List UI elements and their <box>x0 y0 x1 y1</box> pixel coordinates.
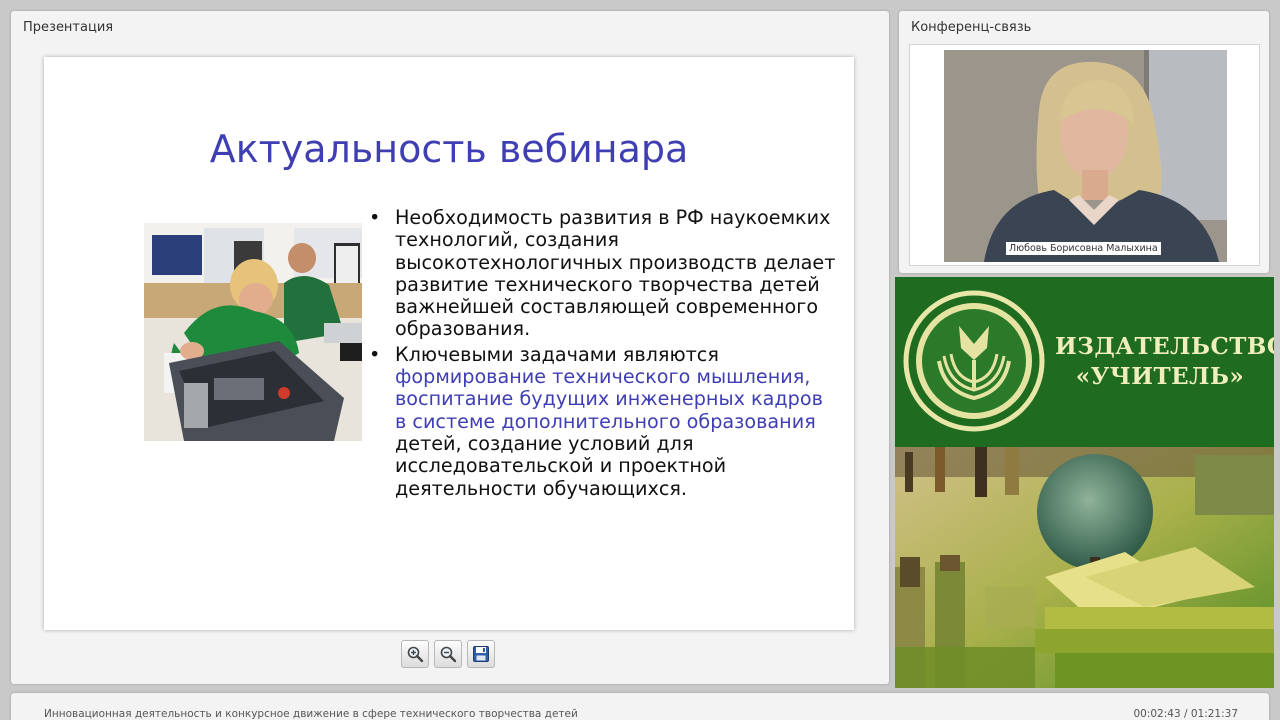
publisher-name: ИЗДАТЕЛЬСТВО «УЧИТЕЛЬ» <box>1055 332 1274 392</box>
save-button[interactable] <box>467 640 495 668</box>
speaker-name-label: Любовь Борисовна Малыхина <box>1006 242 1161 255</box>
playback-time: 00:02:43 / 01:21:37 <box>1133 708 1238 720</box>
zoom-in-icon <box>407 646 424 663</box>
slide: Актуальность вебинара • Необходимость ра… <box>44 57 854 630</box>
slide-bullet-2-start: Ключевыми задачами являются <box>395 342 719 366</box>
slide-bullet-1: Необходимость развития в РФ наукоемких т… <box>369 206 839 341</box>
zoom-in-button[interactable] <box>401 640 429 668</box>
slide-bullet-2-highlight: формирование технического мышления, восп… <box>395 365 823 433</box>
webinar-title: Инновационная деятельность и конкурсное … <box>44 708 578 720</box>
zoom-out-button[interactable] <box>434 640 462 668</box>
slide-bullet-2: Ключевыми задачами являются формирование… <box>369 342 839 500</box>
publisher-logo-icon <box>903 290 1045 432</box>
presentation-panel: Презентация Актуальность вебинара • Необ… <box>11 11 889 684</box>
slide-bullet-list: Необходимость развития в РФ наукоемких т… <box>369 206 839 500</box>
banner-books-image <box>895 447 1274 688</box>
slide-bullet-2-end: детей, создание условий для исследовател… <box>395 431 727 500</box>
zoom-out-icon <box>440 646 457 663</box>
floppy-disk-icon <box>473 646 489 662</box>
publisher-name-line2: «УЧИТЕЛЬ» <box>1075 363 1245 390</box>
slide-title: Актуальность вебинара <box>209 127 689 171</box>
slide-bullet-1-text: Необходимость развития в РФ наукоемких т… <box>395 206 836 341</box>
presentation-panel-title: Презентация <box>23 20 114 35</box>
speaker-video[interactable]: Любовь Борисовна Малыхина <box>944 50 1227 262</box>
video-frame: Любовь Борисовна Малыхина <box>909 44 1260 266</box>
slide-photo <box>144 223 362 441</box>
slide-toolbar <box>401 640 495 670</box>
publisher-name-line1: ИЗДАТЕЛЬСТВО <box>1055 333 1274 360</box>
webinar-footer: Инновационная деятельность и конкурсное … <box>11 693 1269 720</box>
conference-panel: Конференц-связь Любовь Борисовна Малыхин… <box>899 11 1269 273</box>
conference-panel-title: Конференц-связь <box>911 20 1032 35</box>
publisher-banner: ИЗДАТЕЛЬСТВО «УЧИТЕЛЬ» <box>895 277 1274 688</box>
banner-logo-area: ИЗДАТЕЛЬСТВО «УЧИТЕЛЬ» <box>895 277 1274 445</box>
